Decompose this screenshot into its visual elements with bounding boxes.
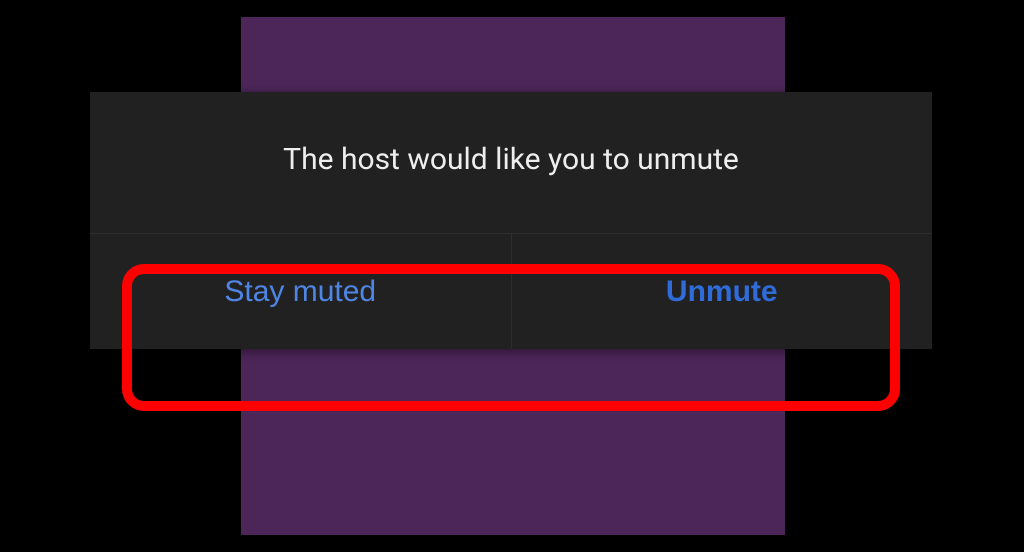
dialog-message: The host would like you to unmute xyxy=(90,92,932,234)
unmute-request-dialog: The host would like you to unmute Stay m… xyxy=(90,92,932,349)
unmute-button[interactable]: Unmute xyxy=(511,234,933,349)
dialog-actions: Stay muted Unmute xyxy=(90,234,932,349)
stay-muted-button[interactable]: Stay muted xyxy=(90,234,511,349)
